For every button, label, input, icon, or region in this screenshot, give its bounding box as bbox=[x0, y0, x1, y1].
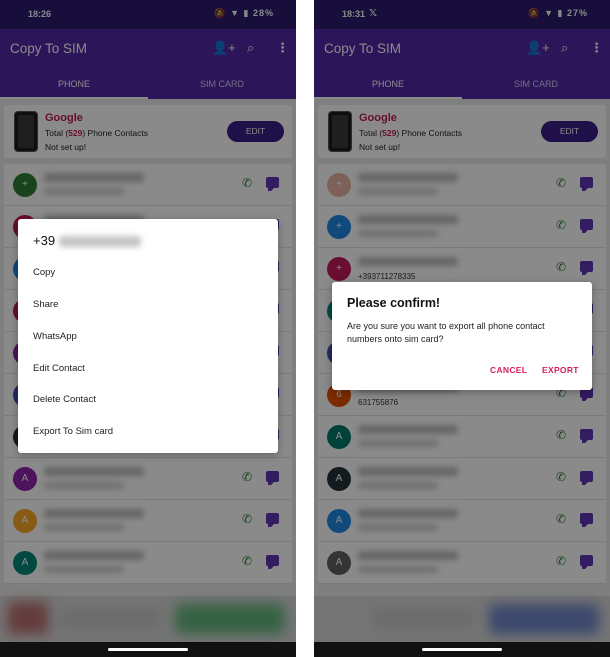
menu-title: +39 bbox=[33, 233, 142, 248]
dialog-message: Are you sure you want to export all phon… bbox=[347, 321, 545, 344]
home-gesture-pill[interactable] bbox=[108, 648, 188, 651]
nav-bar bbox=[0, 642, 296, 657]
menu-item-edit-contact[interactable]: Edit Contact bbox=[33, 363, 85, 374]
menu-item-export-to-sim[interactable]: Export To Sim card bbox=[33, 426, 113, 437]
nav-bar bbox=[314, 642, 610, 657]
menu-item-delete-contact[interactable]: Delete Contact bbox=[33, 394, 96, 405]
menu-item-share[interactable]: Share bbox=[33, 299, 58, 310]
cancel-button[interactable]: CANCEL bbox=[490, 365, 527, 375]
confirm-dialog: Please confirm! Are you sure you want to… bbox=[332, 282, 592, 390]
comparison-stage: 18:26 🔕 ▼ ▮ 28% Copy To SIM 👤+ ⌕ ⋮ PHONE… bbox=[0, 0, 610, 657]
phone-screen-right: 18:31 𝕏 🔕 ▼ ▮ 27% Copy To SIM 👤+ ⌕ ⋮ PHO… bbox=[314, 0, 610, 657]
menu-item-copy[interactable]: Copy bbox=[33, 267, 55, 278]
home-gesture-pill[interactable] bbox=[422, 648, 502, 651]
redacted-number bbox=[59, 236, 142, 248]
menu-item-whatsapp[interactable]: WhatsApp bbox=[33, 331, 77, 342]
contact-context-menu: +39 Copy Share WhatsApp Edit Contact Del… bbox=[18, 219, 278, 453]
dialog-title: Please confirm! bbox=[347, 296, 441, 310]
export-button[interactable]: EXPORT bbox=[542, 365, 579, 375]
phone-screen-left: 18:26 🔕 ▼ ▮ 28% Copy To SIM 👤+ ⌕ ⋮ PHONE… bbox=[0, 0, 296, 657]
